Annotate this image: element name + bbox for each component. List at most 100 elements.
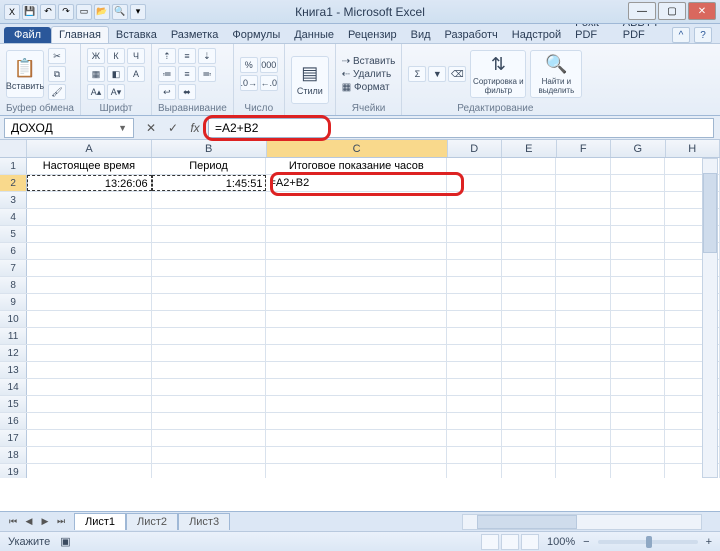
cell-A18[interactable] <box>27 447 151 463</box>
cell-B13[interactable] <box>152 362 267 378</box>
minimize-ribbon-icon[interactable]: ^ <box>672 27 690 43</box>
comma-icon[interactable]: 000 <box>260 57 278 73</box>
enter-formula-button[interactable]: ✓ <box>164 119 182 137</box>
cell-B17[interactable] <box>152 430 267 446</box>
row-header-5[interactable]: 5 <box>0 226 27 242</box>
fill-icon[interactable]: ▼ <box>428 66 446 82</box>
cell-F14[interactable] <box>556 379 611 395</box>
cell-E6[interactable] <box>502 243 557 259</box>
column-header-C[interactable]: C <box>267 140 448 157</box>
fill-color-icon[interactable]: ◧ <box>107 66 125 82</box>
excel-icon[interactable]: X <box>4 4 20 20</box>
cell-A8[interactable] <box>27 277 151 293</box>
print-preview-icon[interactable]: 🔍 <box>112 4 128 20</box>
cell-G19[interactable] <box>611 464 666 478</box>
cancel-formula-button[interactable]: ✕ <box>142 119 160 137</box>
row-header-7[interactable]: 7 <box>0 260 27 276</box>
row-header-1[interactable]: 1 <box>0 158 27 174</box>
cell-G3[interactable] <box>611 192 666 208</box>
cell-C11[interactable] <box>266 328 447 344</box>
cell-D15[interactable] <box>447 396 502 412</box>
cell-F3[interactable] <box>556 192 611 208</box>
cell-E8[interactable] <box>502 277 557 293</box>
cell-E15[interactable] <box>502 396 557 412</box>
column-header-E[interactable]: E <box>502 140 557 157</box>
undo-icon[interactable]: ↶ <box>40 4 56 20</box>
minimize-button[interactable]: — <box>628 2 656 20</box>
zoom-level[interactable]: 100% <box>547 536 575 548</box>
copy-icon[interactable]: ⧉ <box>48 66 66 82</box>
font-color-icon[interactable]: A <box>127 66 145 82</box>
ribbon-tab-1[interactable]: Вставка <box>109 27 164 43</box>
cell-B6[interactable] <box>152 243 267 259</box>
cell-A5[interactable] <box>27 226 151 242</box>
cell-C2[interactable]: =A2+B2 <box>266 175 447 191</box>
cell-E13[interactable] <box>502 362 557 378</box>
cell-D12[interactable] <box>447 345 502 361</box>
cell-B14[interactable] <box>152 379 267 395</box>
align-left-icon[interactable]: ≔ <box>158 66 176 82</box>
normal-view-button[interactable] <box>481 534 499 550</box>
align-right-icon[interactable]: ≕ <box>198 66 216 82</box>
ribbon-tab-4[interactable]: Данные <box>287 27 341 43</box>
ribbon-tab-3[interactable]: Формулы <box>225 27 287 43</box>
cell-D16[interactable] <box>447 413 502 429</box>
column-header-D[interactable]: D <box>448 140 503 157</box>
row-header-13[interactable]: 13 <box>0 362 27 378</box>
cell-G18[interactable] <box>611 447 666 463</box>
cell-D11[interactable] <box>447 328 502 344</box>
row-header-4[interactable]: 4 <box>0 209 27 225</box>
cell-B7[interactable] <box>152 260 267 276</box>
cell-F2[interactable] <box>556 175 611 191</box>
cell-F4[interactable] <box>556 209 611 225</box>
cell-E7[interactable] <box>502 260 557 276</box>
select-all-corner[interactable] <box>0 140 27 157</box>
zoom-thumb[interactable] <box>646 536 652 548</box>
cell-F13[interactable] <box>556 362 611 378</box>
cell-C1[interactable]: Итоговое показание часов <box>266 158 447 174</box>
cell-A2[interactable]: 13:26:06 <box>27 175 151 191</box>
cell-G7[interactable] <box>611 260 666 276</box>
cell-E12[interactable] <box>502 345 557 361</box>
cell-B1[interactable]: Период <box>152 158 267 174</box>
cell-F18[interactable] <box>556 447 611 463</box>
formula-input[interactable]: =A2+B2 <box>208 118 714 138</box>
decrease-decimal-icon[interactable]: ←.0 <box>260 75 278 91</box>
column-header-A[interactable]: A <box>27 140 152 157</box>
open-icon[interactable]: 📂 <box>94 4 110 20</box>
cell-F17[interactable] <box>556 430 611 446</box>
row-header-3[interactable]: 3 <box>0 192 27 208</box>
cell-B8[interactable] <box>152 277 267 293</box>
sheet-nav-prev-icon[interactable]: ◀ <box>22 515 36 529</box>
cell-B5[interactable] <box>152 226 267 242</box>
align-middle-icon[interactable]: ≡ <box>178 48 196 64</box>
align-center-icon[interactable]: ≡ <box>178 66 196 82</box>
styles-button[interactable]: ▤ Стили <box>291 56 329 104</box>
cell-C14[interactable] <box>266 379 447 395</box>
row-header-17[interactable]: 17 <box>0 430 27 446</box>
cell-A11[interactable] <box>27 328 151 344</box>
increase-decimal-icon[interactable]: .0→ <box>240 75 258 91</box>
maximize-button[interactable]: ▢ <box>658 2 686 20</box>
cell-F19[interactable] <box>556 464 611 478</box>
cell-G16[interactable] <box>611 413 666 429</box>
cell-E1[interactable] <box>502 158 557 174</box>
cell-G17[interactable] <box>611 430 666 446</box>
paste-button[interactable]: 📋 Вставить <box>6 50 44 98</box>
cell-C10[interactable] <box>266 311 447 327</box>
cell-G10[interactable] <box>611 311 666 327</box>
cell-F12[interactable] <box>556 345 611 361</box>
insert-cells-button[interactable]: ⇢ Вставить <box>342 56 396 67</box>
clear-icon[interactable]: ⌫ <box>448 66 466 82</box>
cell-E10[interactable] <box>502 311 557 327</box>
close-button[interactable]: ✕ <box>688 2 716 20</box>
delete-cells-button[interactable]: ⇠ Удалить <box>342 69 396 80</box>
cell-A10[interactable] <box>27 311 151 327</box>
cell-F7[interactable] <box>556 260 611 276</box>
italic-button[interactable]: К <box>107 48 125 64</box>
zoom-in-button[interactable]: + <box>706 536 712 548</box>
sheet-tab-2[interactable]: Лист3 <box>178 513 230 530</box>
file-tab[interactable]: Файл <box>4 27 51 43</box>
cell-C19[interactable] <box>266 464 447 478</box>
shrink-font-icon[interactable]: A▾ <box>107 84 125 100</box>
